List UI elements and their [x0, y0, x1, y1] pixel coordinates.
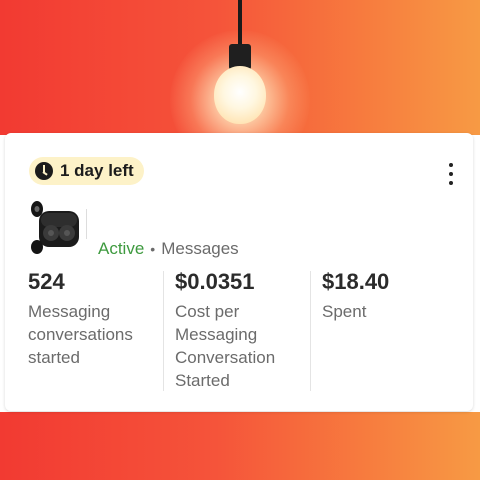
earbuds-thumbnail — [31, 201, 79, 254]
clock-icon — [35, 162, 53, 180]
metric-label-line: Messaging — [28, 302, 111, 321]
metric-label: Messaging conversations started — [28, 300, 133, 369]
metric-label-line: Spent — [322, 302, 367, 321]
metric-label: Spent — [322, 300, 389, 323]
campaign-type-label: Messages — [161, 239, 239, 258]
metric-conversations: 524 Messaging conversations started — [28, 269, 133, 369]
thumbnail-divider — [86, 209, 87, 239]
metric-label-line: Started — [175, 371, 230, 390]
metric-value: 524 — [28, 269, 65, 294]
metric-label: Cost per Messaging Conversation Started — [175, 300, 275, 392]
column-divider — [310, 271, 311, 391]
time-left-label: 1 day left — [60, 161, 134, 180]
background-top — [0, 0, 480, 135]
lamp-wire — [238, 0, 242, 48]
metric-label-line: conversations — [28, 325, 133, 344]
metric-amount-spent: $18.40 Spent — [322, 269, 389, 323]
metric-label-line: Messaging — [175, 325, 258, 344]
time-left-badge: 1 day left — [29, 157, 144, 185]
more-options-icon[interactable] — [447, 163, 455, 185]
campaign-status: Active • Messages — [98, 239, 239, 259]
light-bulb-icon — [214, 66, 266, 124]
metric-value: $0.0351 — [175, 269, 255, 294]
metric-value: $18.40 — [322, 269, 390, 294]
ad-campaign-card[interactable]: 1 day left Active • Messages 524 Messaging… — [5, 133, 473, 411]
background-bottom — [0, 412, 480, 480]
metric-label-line: Cost per — [175, 302, 240, 321]
metric-label-line: Conversation — [175, 348, 276, 367]
status-active-label: Active — [98, 239, 145, 258]
metric-label-line: started — [28, 348, 80, 367]
metric-cost-per-conversation: $0.0351 Cost per Messaging Conversation … — [175, 269, 275, 392]
status-separator: • — [150, 241, 156, 257]
column-divider — [163, 271, 164, 391]
